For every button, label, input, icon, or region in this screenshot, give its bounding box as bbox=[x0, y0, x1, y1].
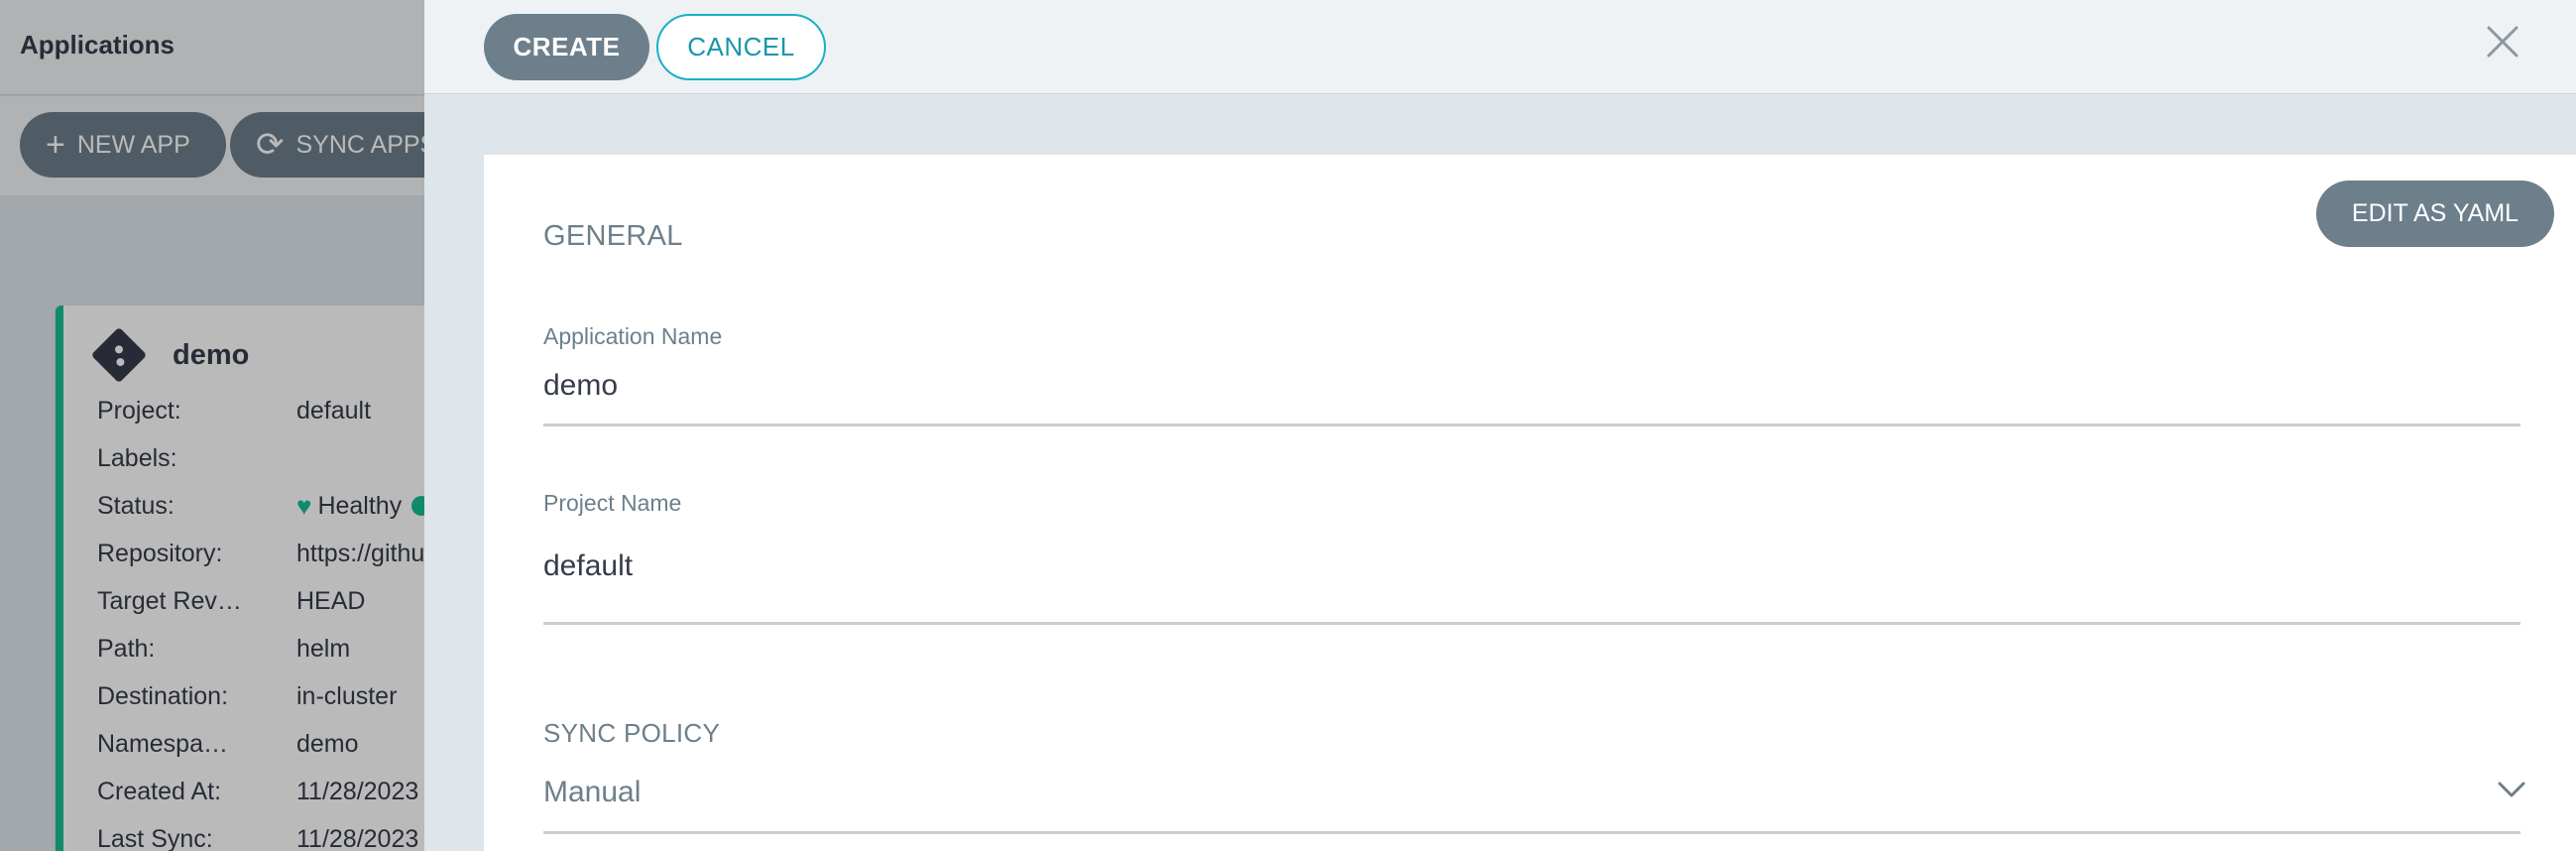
project-name-underline bbox=[543, 622, 2520, 625]
application-name-input[interactable]: demo bbox=[543, 369, 618, 403]
create-app-form: EDIT AS YAML GENERAL Application Name de… bbox=[484, 155, 2576, 851]
cancel-button[interactable]: CANCEL bbox=[656, 14, 826, 80]
general-section-title: GENERAL bbox=[543, 220, 683, 252]
edit-as-yaml-button[interactable]: EDIT AS YAML bbox=[2316, 181, 2554, 247]
project-name-input[interactable]: default bbox=[543, 549, 633, 583]
modal-backdrop[interactable] bbox=[0, 0, 426, 851]
application-name-label: Application Name bbox=[543, 323, 723, 349]
panel-header: CREATE CANCEL bbox=[424, 0, 2576, 94]
create-app-panel: CREATE CANCEL EDIT AS YAML GENERAL Appli… bbox=[424, 0, 2576, 851]
sync-policy-underline bbox=[543, 831, 2520, 834]
project-name-label: Project Name bbox=[543, 490, 682, 516]
close-icon[interactable] bbox=[2485, 24, 2520, 60]
application-name-underline bbox=[543, 424, 2520, 426]
chevron-down-icon[interactable] bbox=[2497, 778, 2526, 801]
sync-policy-select[interactable]: Manual bbox=[543, 776, 641, 809]
sync-policy-section-title: SYNC POLICY bbox=[543, 718, 721, 748]
create-button[interactable]: CREATE bbox=[484, 14, 649, 80]
